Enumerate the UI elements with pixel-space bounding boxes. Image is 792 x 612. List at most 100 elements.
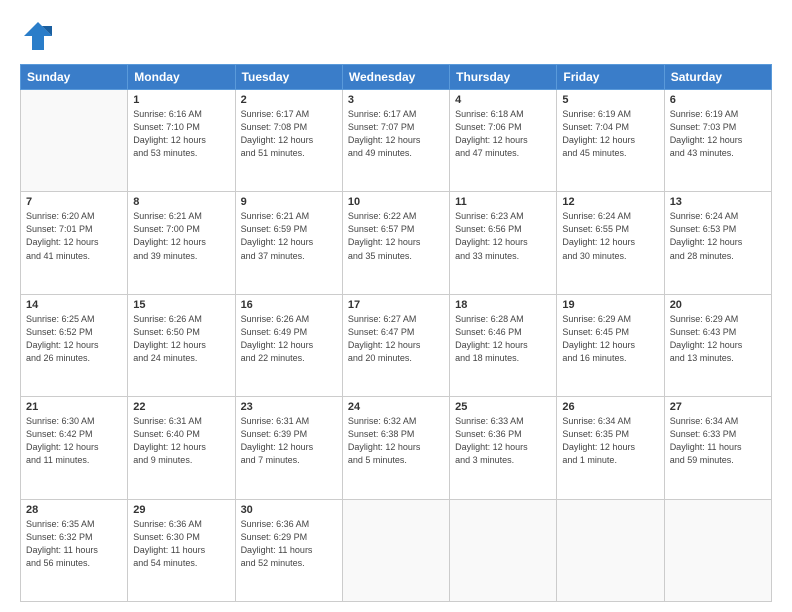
- day-number: 17: [348, 299, 444, 311]
- day-number: 20: [670, 299, 766, 311]
- day-number: 25: [455, 401, 551, 413]
- day-number: 27: [670, 401, 766, 413]
- weekday-header-wednesday: Wednesday: [342, 65, 449, 90]
- calendar-cell: 22 Sunrise: 6:31 AM Sunset: 6:40 PM Dayli…: [128, 397, 235, 499]
- calendar-cell: 3 Sunrise: 6:17 AM Sunset: 7:07 PM Daylig…: [342, 90, 449, 192]
- day-number: 18: [455, 299, 551, 311]
- calendar-cell: 18 Sunrise: 6:28 AM Sunset: 6:46 PM Dayli…: [450, 294, 557, 396]
- calendar-cell: 7 Sunrise: 6:20 AM Sunset: 7:01 PM Daylig…: [21, 192, 128, 294]
- day-number: 6: [670, 94, 766, 106]
- calendar-cell: [450, 499, 557, 601]
- day-info: Sunrise: 6:25 AM Sunset: 6:52 PM Dayligh…: [26, 313, 122, 365]
- day-info: Sunrise: 6:31 AM Sunset: 6:40 PM Dayligh…: [133, 415, 229, 467]
- day-number: 7: [26, 196, 122, 208]
- day-info: Sunrise: 6:29 AM Sunset: 6:43 PM Dayligh…: [670, 313, 766, 365]
- calendar-cell: 30 Sunrise: 6:36 AM Sunset: 6:29 PM Dayli…: [235, 499, 342, 601]
- day-info: Sunrise: 6:33 AM Sunset: 6:36 PM Dayligh…: [455, 415, 551, 467]
- day-number: 4: [455, 94, 551, 106]
- day-info: Sunrise: 6:21 AM Sunset: 6:59 PM Dayligh…: [241, 210, 337, 262]
- calendar-cell: 17 Sunrise: 6:27 AM Sunset: 6:47 PM Dayli…: [342, 294, 449, 396]
- weekday-header-saturday: Saturday: [664, 65, 771, 90]
- calendar-cell: 6 Sunrise: 6:19 AM Sunset: 7:03 PM Daylig…: [664, 90, 771, 192]
- day-info: Sunrise: 6:30 AM Sunset: 6:42 PM Dayligh…: [26, 415, 122, 467]
- day-info: Sunrise: 6:32 AM Sunset: 6:38 PM Dayligh…: [348, 415, 444, 467]
- day-info: Sunrise: 6:34 AM Sunset: 6:33 PM Dayligh…: [670, 415, 766, 467]
- calendar-cell: 1 Sunrise: 6:16 AM Sunset: 7:10 PM Daylig…: [128, 90, 235, 192]
- day-info: Sunrise: 6:36 AM Sunset: 6:29 PM Dayligh…: [241, 518, 337, 570]
- calendar-cell: 9 Sunrise: 6:21 AM Sunset: 6:59 PM Daylig…: [235, 192, 342, 294]
- calendar-cell: 28Sunrise: 6:35 AM Sunset: 6:32 PM Dayli…: [21, 499, 128, 601]
- day-number: 15: [133, 299, 229, 311]
- day-number: 23: [241, 401, 337, 413]
- calendar-table: SundayMondayTuesdayWednesdayThursdayFrid…: [20, 64, 772, 602]
- day-info: Sunrise: 6:34 AM Sunset: 6:35 PM Dayligh…: [562, 415, 658, 467]
- day-number: 1: [133, 94, 229, 106]
- day-info: Sunrise: 6:28 AM Sunset: 6:46 PM Dayligh…: [455, 313, 551, 365]
- day-number: 10: [348, 196, 444, 208]
- weekday-header-sunday: Sunday: [21, 65, 128, 90]
- calendar-cell: 27 Sunrise: 6:34 AM Sunset: 6:33 PM Dayli…: [664, 397, 771, 499]
- calendar-cell: 19 Sunrise: 6:29 AM Sunset: 6:45 PM Dayli…: [557, 294, 664, 396]
- weekday-header-friday: Friday: [557, 65, 664, 90]
- calendar-cell: 16 Sunrise: 6:26 AM Sunset: 6:49 PM Dayli…: [235, 294, 342, 396]
- day-info: Sunrise: 6:24 AM Sunset: 6:53 PM Dayligh…: [670, 210, 766, 262]
- day-info: Sunrise: 6:29 AM Sunset: 6:45 PM Dayligh…: [562, 313, 658, 365]
- day-number: 11: [455, 196, 551, 208]
- calendar-cell: 29 Sunrise: 6:36 AM Sunset: 6:30 PM Dayli…: [128, 499, 235, 601]
- day-number: 21: [26, 401, 122, 413]
- calendar-cell: 23 Sunrise: 6:31 AM Sunset: 6:39 PM Dayli…: [235, 397, 342, 499]
- day-info: Sunrise: 6:16 AM Sunset: 7:10 PM Dayligh…: [133, 108, 229, 160]
- day-number: 14: [26, 299, 122, 311]
- weekday-header-monday: Monday: [128, 65, 235, 90]
- day-info: Sunrise: 6:23 AM Sunset: 6:56 PM Dayligh…: [455, 210, 551, 262]
- logo-icon: [20, 18, 56, 54]
- calendar-cell: 11 Sunrise: 6:23 AM Sunset: 6:56 PM Dayli…: [450, 192, 557, 294]
- calendar-cell: 5 Sunrise: 6:19 AM Sunset: 7:04 PM Daylig…: [557, 90, 664, 192]
- calendar-cell: [342, 499, 449, 601]
- day-number: 16: [241, 299, 337, 311]
- calendar-cell: 25 Sunrise: 6:33 AM Sunset: 6:36 PM Dayli…: [450, 397, 557, 499]
- logo: [20, 18, 60, 54]
- calendar-cell: 26 Sunrise: 6:34 AM Sunset: 6:35 PM Dayli…: [557, 397, 664, 499]
- calendar-cell: 24Sunrise: 6:32 AM Sunset: 6:38 PM Dayli…: [342, 397, 449, 499]
- calendar-cell: [21, 90, 128, 192]
- day-info: Sunrise: 6:27 AM Sunset: 6:47 PM Dayligh…: [348, 313, 444, 365]
- day-number: 29: [133, 504, 229, 516]
- calendar-week-1: 1 Sunrise: 6:16 AM Sunset: 7:10 PM Daylig…: [21, 90, 772, 192]
- day-info: Sunrise: 6:20 AM Sunset: 7:01 PM Dayligh…: [26, 210, 122, 262]
- day-number: 13: [670, 196, 766, 208]
- day-info: Sunrise: 6:21 AM Sunset: 7:00 PM Dayligh…: [133, 210, 229, 262]
- day-info: Sunrise: 6:19 AM Sunset: 7:04 PM Dayligh…: [562, 108, 658, 160]
- day-number: 28: [26, 504, 122, 516]
- weekday-header-tuesday: Tuesday: [235, 65, 342, 90]
- calendar-week-3: 14 Sunrise: 6:25 AM Sunset: 6:52 PM Dayli…: [21, 294, 772, 396]
- calendar-cell: 12 Sunrise: 6:24 AM Sunset: 6:55 PM Dayli…: [557, 192, 664, 294]
- day-info: Sunrise: 6:36 AM Sunset: 6:30 PM Dayligh…: [133, 518, 229, 570]
- calendar-cell: 10 Sunrise: 6:22 AM Sunset: 6:57 PM Dayli…: [342, 192, 449, 294]
- calendar-cell: 15 Sunrise: 6:26 AM Sunset: 6:50 PM Dayli…: [128, 294, 235, 396]
- day-number: 22: [133, 401, 229, 413]
- calendar-week-4: 21 Sunrise: 6:30 AM Sunset: 6:42 PM Dayli…: [21, 397, 772, 499]
- day-number: 19: [562, 299, 658, 311]
- day-info: Sunrise: 6:17 AM Sunset: 7:07 PM Dayligh…: [348, 108, 444, 160]
- day-number: 5: [562, 94, 658, 106]
- day-info: Sunrise: 6:31 AM Sunset: 6:39 PM Dayligh…: [241, 415, 337, 467]
- day-number: 9: [241, 196, 337, 208]
- calendar-header-row: SundayMondayTuesdayWednesdayThursdayFrid…: [21, 65, 772, 90]
- day-number: 2: [241, 94, 337, 106]
- day-info: Sunrise: 6:26 AM Sunset: 6:49 PM Dayligh…: [241, 313, 337, 365]
- day-info: Sunrise: 6:24 AM Sunset: 6:55 PM Dayligh…: [562, 210, 658, 262]
- day-number: 12: [562, 196, 658, 208]
- day-number: 26: [562, 401, 658, 413]
- day-number: 30: [241, 504, 337, 516]
- calendar-week-2: 7 Sunrise: 6:20 AM Sunset: 7:01 PM Daylig…: [21, 192, 772, 294]
- day-number: 3: [348, 94, 444, 106]
- calendar-cell: 20 Sunrise: 6:29 AM Sunset: 6:43 PM Dayli…: [664, 294, 771, 396]
- weekday-header-thursday: Thursday: [450, 65, 557, 90]
- day-info: Sunrise: 6:19 AM Sunset: 7:03 PM Dayligh…: [670, 108, 766, 160]
- day-info: Sunrise: 6:26 AM Sunset: 6:50 PM Dayligh…: [133, 313, 229, 365]
- calendar-cell: 8Sunrise: 6:21 AM Sunset: 7:00 PM Daylig…: [128, 192, 235, 294]
- day-info: Sunrise: 6:22 AM Sunset: 6:57 PM Dayligh…: [348, 210, 444, 262]
- page-header: [20, 18, 772, 54]
- day-info: Sunrise: 6:18 AM Sunset: 7:06 PM Dayligh…: [455, 108, 551, 160]
